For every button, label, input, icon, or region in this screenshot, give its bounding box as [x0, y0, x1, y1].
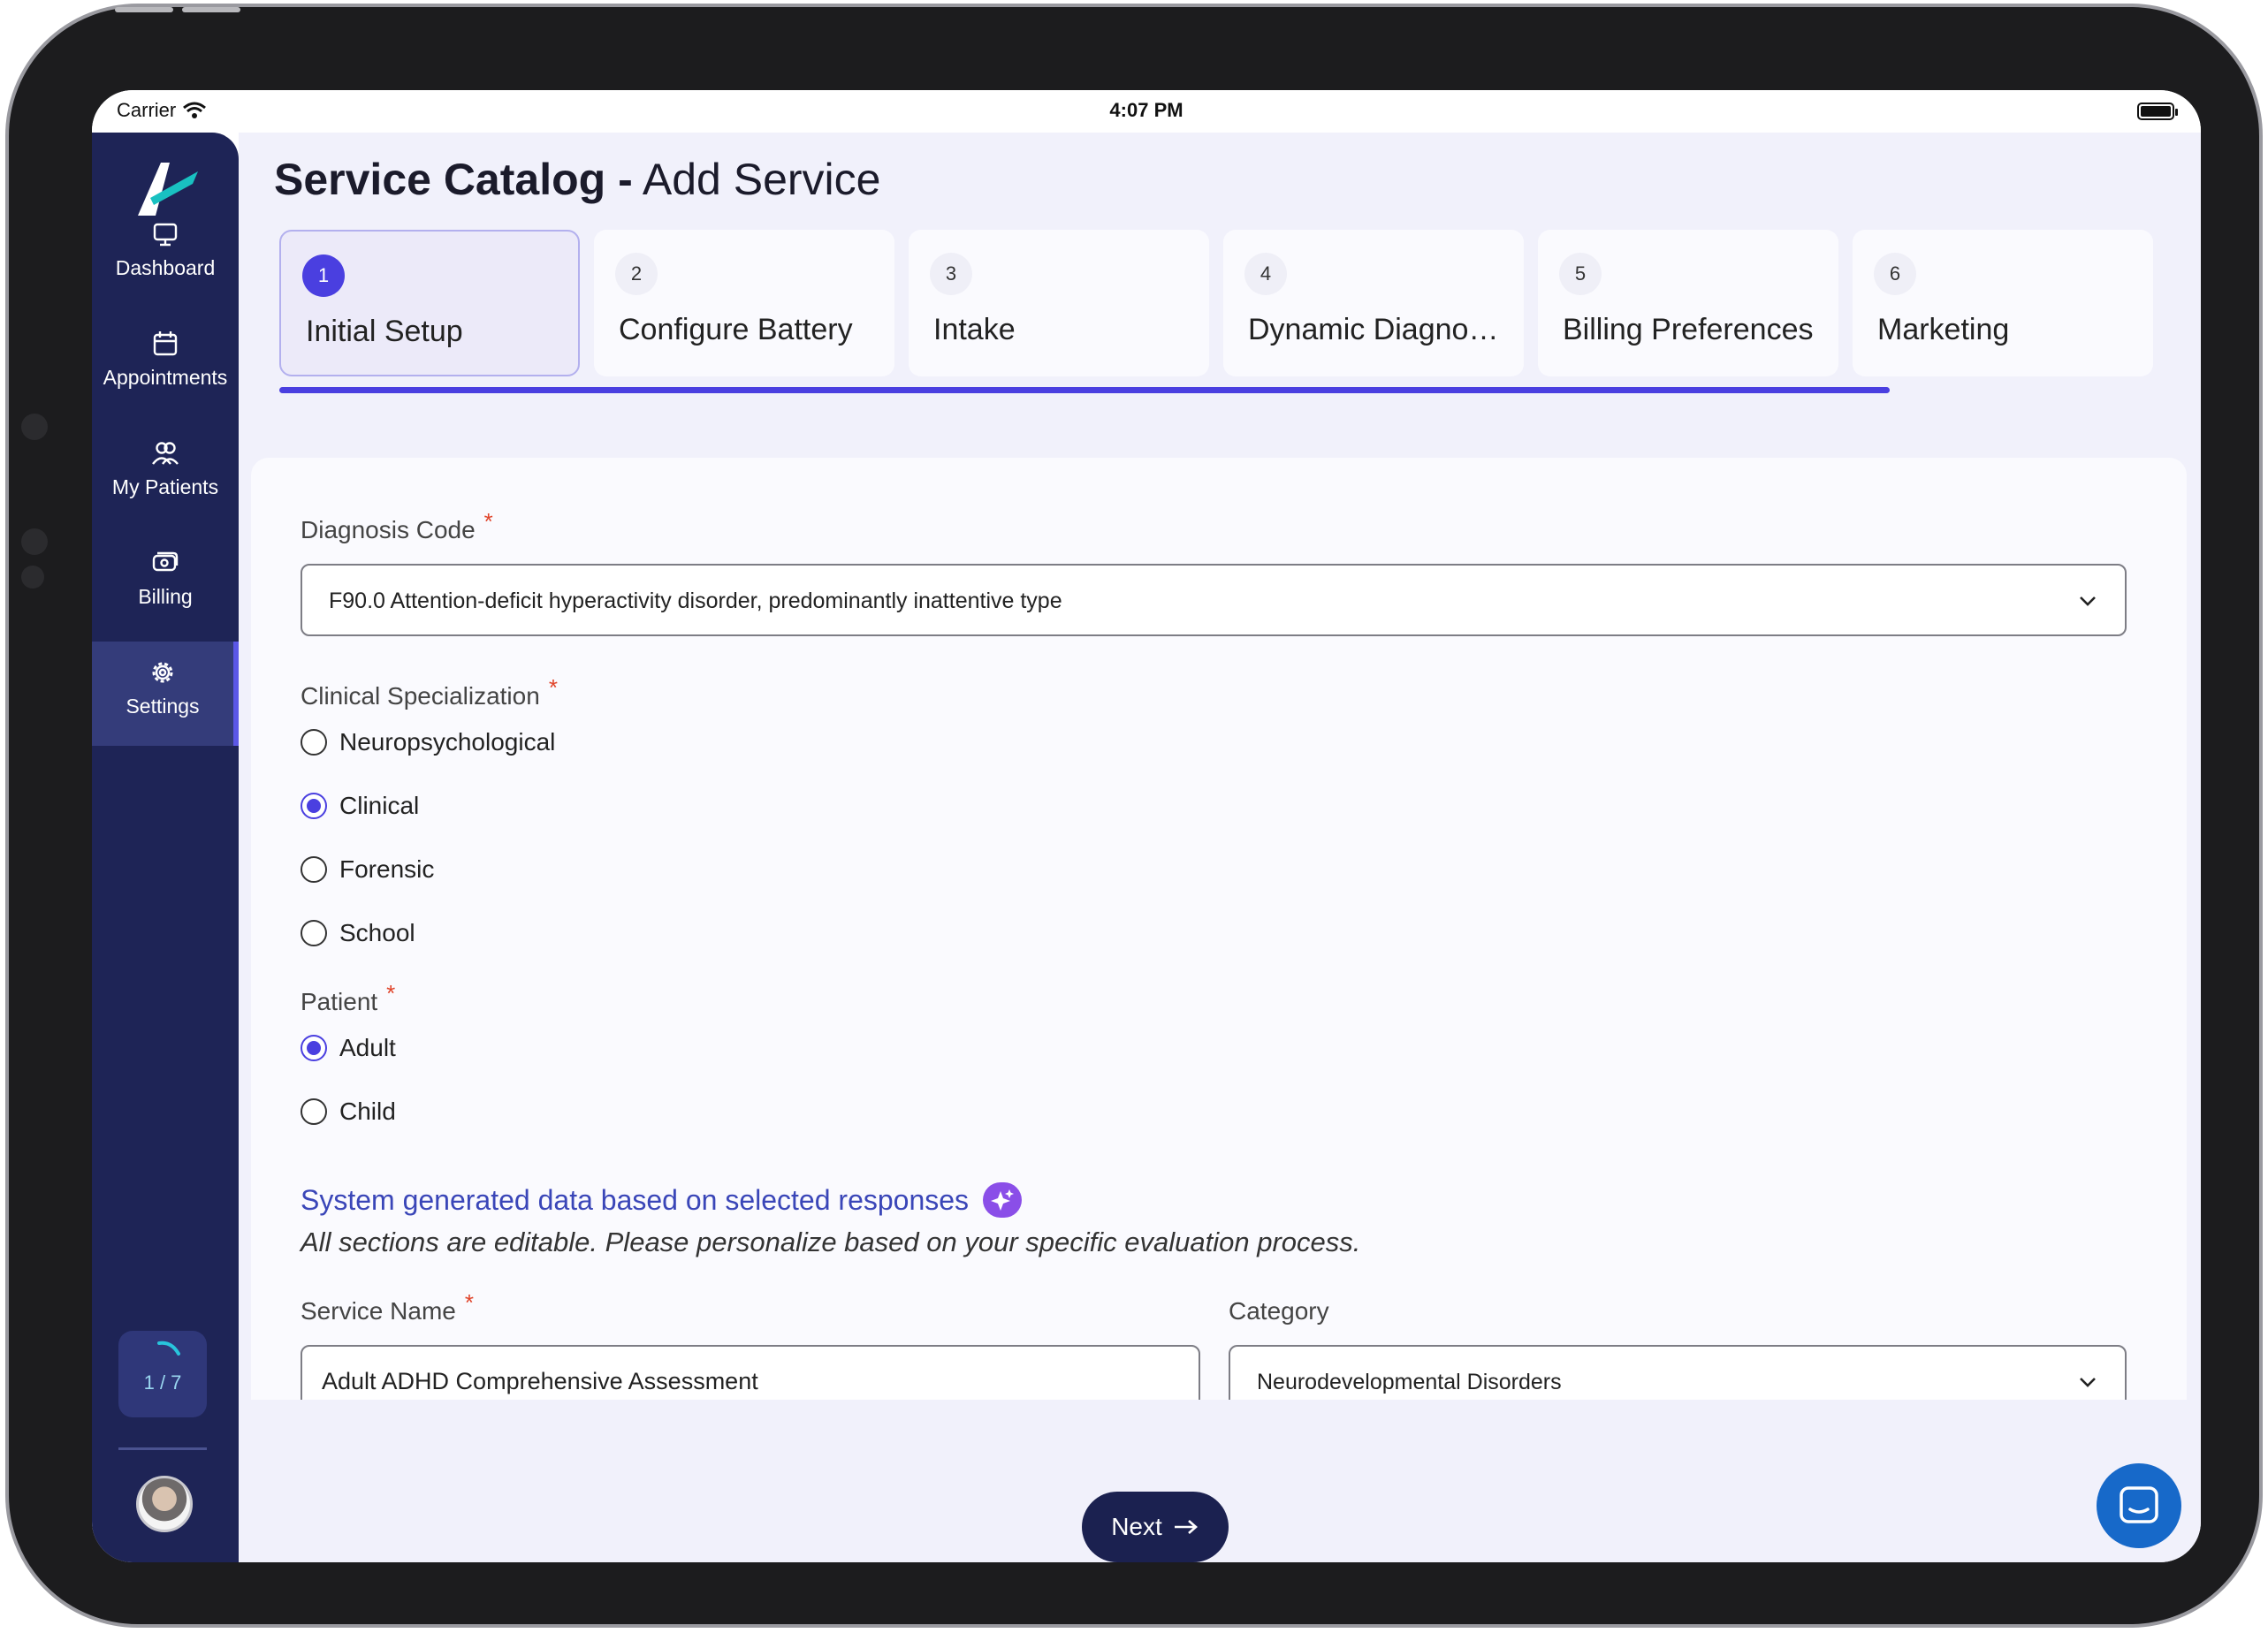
radio-adult[interactable]: Adult — [301, 1034, 396, 1062]
system-generated-heading: System generated data based on selected … — [301, 1182, 1023, 1218]
radio-button[interactable] — [301, 1035, 327, 1061]
device-frame: Carrier 4:07 PM Dashboard Appointments M… — [5, 4, 2263, 1628]
radio-clinical[interactable]: Clinical — [301, 792, 419, 820]
radio-button[interactable] — [301, 920, 327, 946]
camera-dot — [21, 414, 48, 440]
step-label: Dynamic Diagnosti... — [1248, 313, 1513, 346]
radio-button[interactable] — [301, 856, 327, 883]
avatar[interactable] — [136, 1476, 193, 1532]
radio-label: School — [339, 919, 415, 946]
radio-label: Child — [339, 1098, 396, 1125]
sidebar-item-dashboard[interactable]: Dashboard — [92, 203, 239, 308]
sidebar-item-label: Settings — [126, 695, 200, 718]
service-name-label: Service Name * — [301, 1289, 474, 1325]
sidebar: Dashboard Appointments My Patients Billi… — [92, 133, 239, 1562]
step-configure-battery[interactable]: 2 Configure Battery — [594, 230, 894, 376]
step-initial-setup[interactable]: 1 Initial Setup — [279, 230, 580, 376]
sidebar-item-label: Appointments — [103, 366, 228, 389]
step-label: Marketing — [1877, 313, 2010, 346]
radio-label: Adult — [339, 1034, 396, 1061]
status-bar: Carrier 4:07 PM — [92, 90, 2201, 133]
sparkle-icon — [983, 1182, 1023, 1218]
service-name-input[interactable] — [301, 1345, 1200, 1400]
sidebar-item-my-patients[interactable]: My Patients — [92, 422, 239, 527]
monitor-icon — [153, 223, 178, 247]
step-number: 1 — [302, 254, 345, 297]
radio-child[interactable]: Child — [301, 1098, 396, 1126]
step-number: 6 — [1874, 253, 1916, 295]
radio-label: Forensic — [339, 855, 435, 883]
money-icon — [152, 551, 179, 572]
sidebar-item-label: Dashboard — [115, 256, 216, 279]
chevron-down-icon — [2080, 596, 2096, 606]
step-billing-preferences[interactable]: 5 Billing Preferences — [1538, 230, 1838, 376]
radio-button[interactable] — [301, 729, 327, 756]
required-marker: * — [464, 1289, 474, 1316]
onboarding-progress[interactable]: 1 / 7 — [118, 1331, 207, 1417]
diagnosis-code-value: F90.0 Attention-deficit hyperactivity di… — [329, 589, 1062, 613]
sidebar-item-label: Billing — [138, 585, 193, 608]
system-generated-subtitle: All sections are editable. Please person… — [301, 1227, 1361, 1257]
sidebar-item-billing[interactable]: Billing — [92, 532, 239, 636]
arrow-right-icon — [1174, 1520, 1198, 1534]
radio-label: Neuropsychological — [339, 728, 556, 756]
progress-count: 1 / 7 — [143, 1371, 182, 1394]
step-dynamic-diagnostics[interactable]: 4 Dynamic Diagnosti... — [1223, 230, 1524, 376]
radio-button[interactable] — [301, 1098, 327, 1125]
users-icon — [152, 442, 179, 465]
step-number: 4 — [1244, 253, 1287, 295]
form-card: Diagnosis Code * F90.0 Attention-deficit … — [251, 458, 2187, 1400]
radio-neuropsychological[interactable]: Neuropsychological — [301, 728, 555, 756]
step-label: Configure Battery — [619, 313, 853, 346]
battery-icon — [2137, 103, 2178, 120]
page-title-light: Add Service — [642, 155, 881, 204]
chat-support-button[interactable] — [2097, 1463, 2181, 1548]
sidebar-item-appointments[interactable]: Appointments — [92, 313, 239, 417]
calendar-icon — [153, 331, 178, 356]
step-number: 5 — [1559, 253, 1602, 295]
step-marketing[interactable]: 6 Marketing — [1853, 230, 2153, 376]
sidebar-divider — [118, 1447, 207, 1450]
page-title-strong: Service Catalog - — [274, 155, 633, 204]
clinical-specialization-label: Clinical Specialization * — [301, 674, 558, 710]
sensor-dot — [21, 566, 44, 589]
category-label: Category — [1229, 1297, 1329, 1325]
radio-forensic[interactable]: Forensic — [301, 855, 434, 884]
next-button[interactable]: Next — [1082, 1492, 1229, 1562]
diagnosis-code-label: Diagnosis Code * — [301, 508, 493, 543]
category-value: Neurodevelopmental Disorders — [1257, 1370, 1562, 1394]
power-button — [182, 7, 240, 12]
page-title: Service Catalog - Add Service — [274, 154, 880, 205]
radio-label: Clinical — [339, 792, 420, 819]
category-select[interactable]: Neurodevelopmental Disorders — [1229, 1345, 2127, 1400]
step-label: Initial Setup — [306, 315, 463, 348]
progress-ring-icon — [157, 1341, 180, 1356]
step-number: 3 — [930, 253, 972, 295]
step-intake[interactable]: 3 Intake — [909, 230, 1209, 376]
required-marker: * — [548, 674, 558, 701]
stepper-progress-bar — [279, 387, 1890, 393]
main-content: Service Catalog - Add Service 1 Initial … — [239, 133, 2201, 1562]
radio-button[interactable] — [301, 793, 327, 819]
chat-icon — [2120, 1486, 2158, 1523]
gear-icon — [152, 662, 173, 683]
sidebar-item-settings[interactable]: Settings — [92, 642, 239, 746]
chevron-down-icon — [2080, 1378, 2096, 1387]
required-marker: * — [386, 980, 396, 1006]
diagnosis-code-select[interactable]: F90.0 Attention-deficit hyperactivity di… — [301, 564, 2127, 636]
screen: Carrier 4:07 PM Dashboard Appointments M… — [92, 90, 2201, 1562]
status-time: 4:07 PM — [1109, 99, 1183, 121]
step-label: Intake — [933, 313, 1016, 346]
next-button-label: Next — [1111, 1513, 1162, 1540]
sidebar-item-label: My Patients — [111, 475, 219, 498]
sensor-dot — [21, 528, 48, 555]
required-marker: * — [483, 508, 493, 535]
volume-button — [115, 7, 173, 12]
patient-label: Patient * — [301, 980, 396, 1015]
step-label: Billing Preferences — [1563, 313, 1814, 346]
stepper: 1 Initial Setup 2 Configure Battery 3 In… — [279, 230, 2171, 376]
radio-school[interactable]: School — [301, 919, 415, 947]
step-number: 2 — [615, 253, 658, 295]
